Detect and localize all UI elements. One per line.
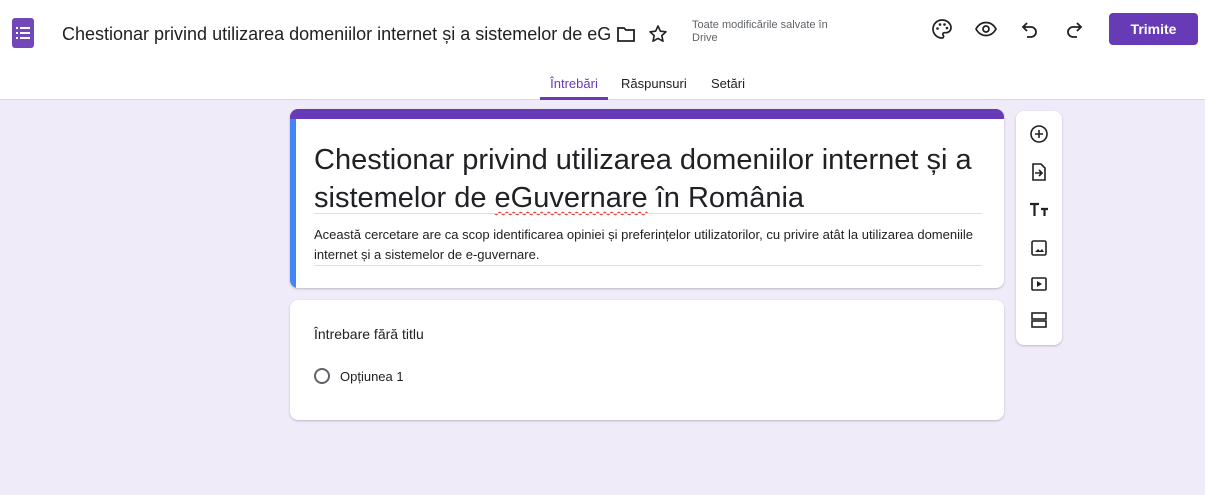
question-title[interactable]: Întrebare fără titlu bbox=[314, 326, 424, 342]
form-title[interactable]: Chestionar privind utilizarea domeniilor… bbox=[314, 141, 984, 217]
tab-settings[interactable]: Setări bbox=[711, 76, 745, 100]
send-button[interactable]: Trimite bbox=[1109, 13, 1198, 45]
add-video-icon[interactable] bbox=[1027, 272, 1051, 296]
form-header-card[interactable]: Chestionar privind utilizarea domeniilor… bbox=[290, 109, 1004, 288]
palette-icon[interactable] bbox=[928, 15, 956, 43]
add-section-icon[interactable] bbox=[1027, 308, 1051, 332]
top-bar: Chestionar privind utilizarea domeniilor… bbox=[0, 0, 1205, 66]
add-image-icon[interactable] bbox=[1027, 236, 1051, 260]
add-question-icon[interactable] bbox=[1027, 122, 1051, 146]
forms-logo-icon[interactable] bbox=[12, 18, 34, 48]
tab-responses[interactable]: Răspunsuri bbox=[621, 76, 687, 100]
form-title-misspelled: eGuvernare bbox=[494, 182, 648, 214]
description-divider bbox=[314, 265, 982, 266]
accent-strip bbox=[290, 109, 1004, 119]
document-title[interactable]: Chestionar privind utilizarea domeniilor… bbox=[62, 21, 610, 47]
option-label: Opțiunea 1 bbox=[340, 368, 404, 384]
undo-icon[interactable] bbox=[1016, 15, 1044, 43]
add-title-icon[interactable] bbox=[1027, 198, 1051, 222]
redo-icon[interactable] bbox=[1060, 15, 1088, 43]
tab-bar: Întrebări Răspunsuri Setări bbox=[0, 66, 1205, 100]
question-card[interactable]: Întrebare fără titlu Opțiunea 1 bbox=[290, 300, 1004, 420]
side-toolbar bbox=[1016, 111, 1062, 345]
import-questions-icon[interactable] bbox=[1027, 160, 1051, 184]
focus-indicator bbox=[290, 119, 296, 288]
tab-questions[interactable]: Întrebări bbox=[540, 76, 608, 100]
question-option[interactable]: Opțiunea 1 bbox=[314, 368, 404, 384]
title-divider bbox=[314, 213, 982, 214]
folder-icon[interactable] bbox=[612, 20, 640, 48]
eye-icon[interactable] bbox=[972, 15, 1000, 43]
radio-icon bbox=[314, 368, 330, 384]
form-title-part2: în România bbox=[647, 182, 805, 214]
star-icon[interactable] bbox=[644, 20, 672, 48]
form-description[interactable]: Această cercetare are ca scop identifica… bbox=[314, 225, 984, 265]
save-status: Toate modificările salvate în Drive bbox=[692, 19, 828, 44]
